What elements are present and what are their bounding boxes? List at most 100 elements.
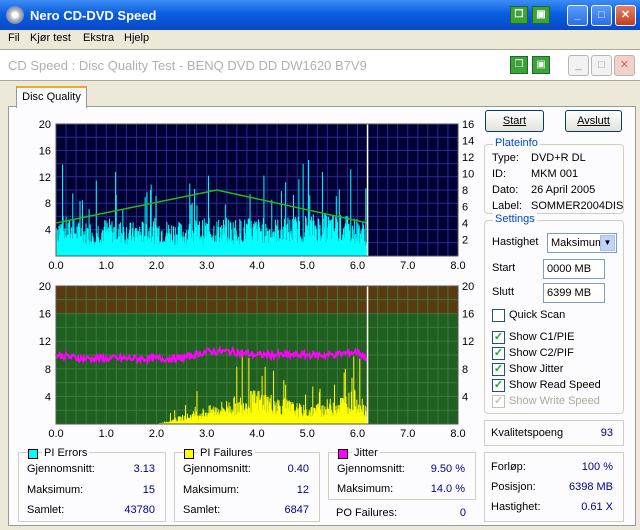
child-maximize-button[interactable]: □ (591, 55, 612, 76)
speed-readout-label: Hastighet: (491, 501, 541, 513)
show-jitter-label: Show Jitter (509, 363, 564, 375)
y-tick-label: 8 (45, 364, 51, 376)
tab-disc-quality[interactable]: Disc Quality (16, 86, 87, 108)
x-tick-label: 7.0 (400, 428, 415, 440)
pif-avg-value: 0.40 (287, 463, 309, 475)
quality-score-box: Kvalitetspoeng 93 (484, 420, 624, 446)
copy-icon[interactable]: ❐ (510, 6, 528, 24)
exit-button[interactable]: Avslutt (565, 110, 622, 132)
y-right-tick-label: 2 (462, 235, 468, 247)
child-close-button[interactable]: ✕ (614, 55, 635, 76)
speed-readout-value: 0.61 X (581, 501, 613, 513)
y-right-tick-label: 8 (462, 364, 468, 376)
x-tick-label: 1.0 (99, 260, 114, 272)
jitter-avg-label: Gjennomsnitt: (337, 463, 405, 475)
start-button[interactable]: Start (485, 110, 544, 132)
pie-avg-value: 3.13 (133, 463, 155, 475)
show-jitter-checkbox[interactable]: ✓ (492, 363, 505, 376)
x-tick-label: 2.0 (149, 428, 164, 440)
pi-failures-title: PI Failures (198, 447, 255, 459)
y-right-tick-label: 8 (462, 185, 468, 197)
jitter-swatch (338, 449, 348, 459)
x-tick-label: 3.0 (199, 428, 214, 440)
x-tick-label: 5.0 (300, 428, 315, 440)
speed-select[interactable]: Maksimum ▼ (547, 233, 617, 253)
save-icon[interactable]: ▣ (532, 6, 550, 24)
title-bar: Nero CD-DVD Speed ❐ ▣ _ □ ✕ (0, 0, 640, 30)
show-c2-pif-label: Show C2/PIF (509, 347, 574, 359)
jitter-avg-value: 9.50 % (430, 463, 465, 475)
po-failures-value: 0 (459, 507, 466, 519)
pi-errors-title: PI Errors (42, 447, 90, 459)
y-right-tick-label: 14 (462, 136, 474, 148)
disc-id-value: MKM 001 (531, 168, 579, 180)
y-tick-label: 8 (45, 198, 51, 210)
show-c2-pif-checkbox[interactable]: ✓ (492, 347, 505, 360)
y-tick-label: 20 (39, 281, 51, 293)
plateinfo-legend: Plateinfo (493, 137, 540, 149)
jitter-max-value: 14.0 % (430, 483, 465, 495)
start-field[interactable]: 0000 MB (543, 259, 605, 279)
close-button[interactable]: ✕ (615, 5, 636, 26)
pif-total-label: Samlet: (183, 504, 221, 516)
y-right-tick-label: 16 (462, 309, 474, 321)
disc-label-value: SOMMER2004DIS (531, 200, 624, 212)
end-label: Slutt (492, 286, 515, 298)
show-write-speed-label: Show Write Speed (509, 395, 600, 407)
jitter-stats: Jitter Gjennomsnitt: 9.50 % Maksimum: 14… (328, 447, 476, 500)
x-tick-label: 0.0 (48, 260, 63, 272)
y-tick-label: 20 (39, 119, 51, 131)
jitter-title: Jitter (352, 447, 380, 459)
save-icon[interactable]: ▣ (532, 56, 550, 74)
menu-extra[interactable]: Ekstra (83, 32, 114, 44)
pi-failures-stats: PI Failures Gjennomsnitt: 0.40 Maksimum:… (174, 447, 320, 522)
window-title: Nero CD-DVD Speed (30, 8, 157, 23)
x-tick-label: 8.0 (450, 260, 465, 272)
pie-avg-label: Gjennomsnitt: (27, 463, 95, 475)
progress-label: Forløp: (491, 461, 526, 473)
y-right-tick-label: 6 (462, 202, 468, 214)
disc-id-label: ID: (492, 168, 507, 180)
x-tick-label: 2.0 (149, 260, 164, 272)
show-read-speed-checkbox[interactable]: ✓ (492, 379, 505, 392)
pie-total-label: Samlet: (27, 504, 65, 516)
show-c1-pie-label: Show C1/PIE (509, 331, 575, 343)
pif-avg-label: Gjennomsnitt: (183, 463, 251, 475)
settings-group: Settings Hastighet Maksimum ▼ Start 0000… (484, 213, 624, 414)
end-field[interactable]: 6399 MB (543, 283, 605, 303)
y-right-tick-label: 4 (462, 391, 468, 403)
show-c1-pie-checkbox[interactable]: ✓ (492, 331, 505, 344)
menu-help[interactable]: Hjelp (124, 32, 149, 44)
y-tick-label: 12 (39, 172, 51, 184)
copy-icon[interactable]: ❐ (510, 56, 528, 74)
menu-run-test[interactable]: Kjør test (30, 32, 71, 44)
child-minimize-button[interactable]: _ (568, 55, 589, 76)
x-tick-label: 4.0 (249, 260, 264, 272)
y-tick-label: 16 (39, 309, 51, 321)
y-right-tick-label: 20 (462, 281, 474, 293)
pi-errors-chart: 0.0 1.0 2.0 3.0 4.0 5.0 6.0 7.0 8.0 20 16 12 8 4 16 14 1… (39, 119, 475, 272)
pie-total-value: 43780 (124, 504, 155, 516)
x-tick-label: 8.0 (450, 428, 465, 440)
quick-scan-checkbox[interactable] (492, 309, 505, 322)
y-right-tick-label: 12 (462, 336, 474, 348)
x-tick-label: 3.0 (199, 260, 214, 272)
pif-max-label: Maksimum: (183, 484, 240, 496)
chevron-down-icon[interactable]: ▼ (600, 235, 615, 251)
maximize-button[interactable]: □ (591, 5, 612, 26)
disc-label-label: Label: (492, 200, 522, 212)
child-window-title: CD Speed : Disc Quality Test - BENQ DVD … (8, 58, 367, 73)
settings-legend: Settings (493, 213, 537, 225)
minimize-button[interactable]: _ (567, 5, 588, 26)
pi-errors-swatch (28, 449, 38, 459)
speed-label: Hastighet (492, 236, 539, 248)
y-tick-label: 12 (39, 336, 51, 348)
x-tick-label: 7.0 (400, 260, 415, 272)
pi-failures-swatch (184, 449, 194, 459)
pif-total-value: 6847 (284, 504, 309, 516)
y-right-tick-label: 12 (462, 152, 474, 164)
y-tick-label: 4 (45, 225, 51, 237)
y-tick-label: 4 (45, 391, 51, 403)
menu-file[interactable]: Fil (8, 32, 20, 44)
progress-value: 100 % (581, 461, 613, 473)
